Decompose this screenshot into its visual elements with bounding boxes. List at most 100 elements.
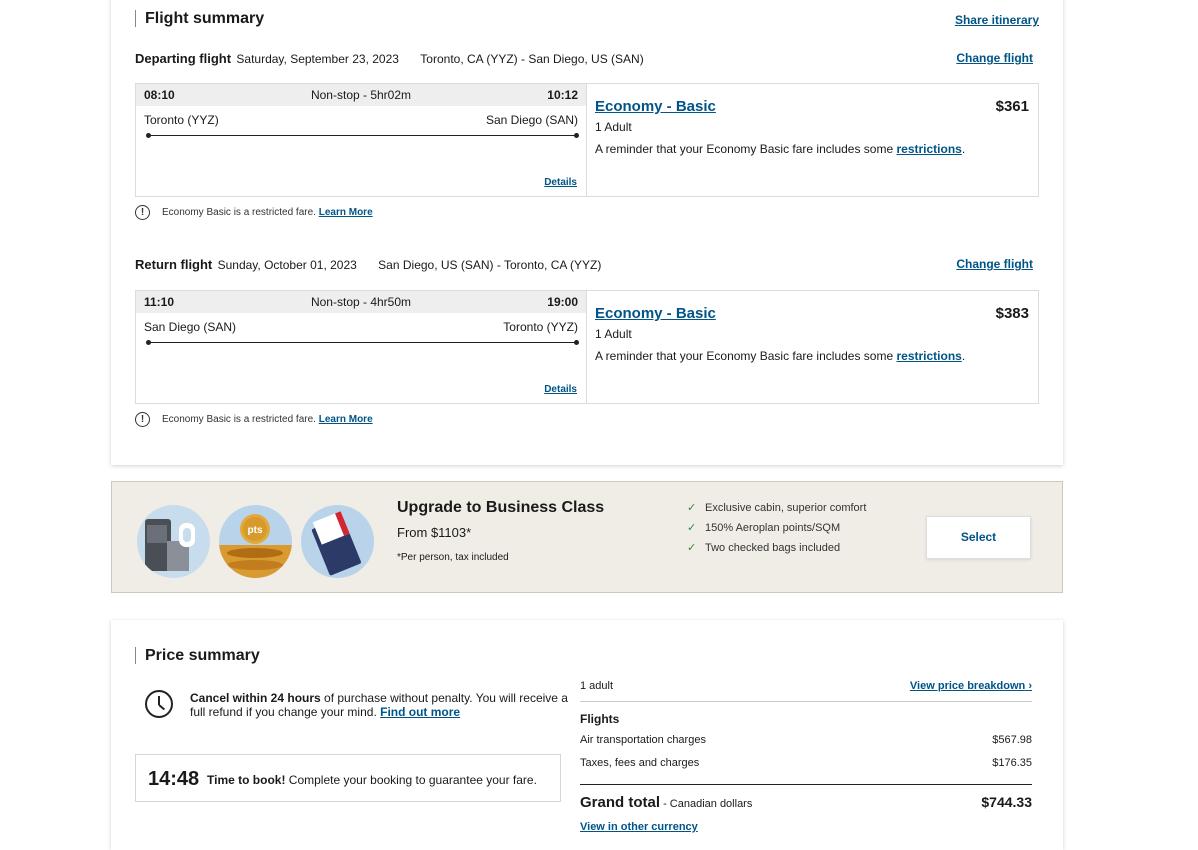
price-summary-card: Price summary Cancel within 24 hours of … [111, 620, 1063, 850]
currency-label: - Canadian dollars [660, 798, 753, 810]
points-coin-icon: pts [219, 505, 292, 578]
perk-text: 150% Aeroplan points/SQM [705, 522, 841, 534]
grand-total-row: Grand total - Canadian dollars $744.33 [580, 785, 1032, 815]
return-price: $383 [995, 305, 1029, 322]
reminder-period: . [961, 349, 966, 363]
return-reminder: A reminder that your Economy Basic fare … [595, 349, 1029, 363]
arrival-time: 10:12 [547, 88, 578, 102]
price-breakdown: 1 adult View price breakdown › Flights A… [580, 676, 1032, 833]
price-summary-title: Price summary [135, 647, 260, 664]
return-airports: San Diego (SAN) Toronto (YYZ) [136, 313, 586, 337]
grand-total-value: $744.33 [981, 794, 1032, 810]
route-line [146, 133, 579, 138]
breakdown-label: View price breakdown [909, 680, 1026, 692]
chevron-right-icon: › [1028, 680, 1032, 692]
departing-fare-panel: Economy - Basic $361 1 Adult A reminder … [587, 84, 1038, 196]
restriction-text: Economy Basic is a restricted fare. [162, 207, 316, 218]
perk-text: Exclusive cabin, superior comfort [705, 502, 867, 514]
return-fare-panel: Economy - Basic $383 1 Adult A reminder … [587, 291, 1038, 403]
departing-route: Toronto, CA (YYZ) - San Diego, US (SAN) [420, 52, 644, 66]
restriction-text: Economy Basic is a restricted fare. [162, 414, 316, 425]
departing-segment: 08:10 Non-stop - 5hr02m 10:12 Toronto (Y… [135, 83, 1039, 197]
view-price-breakdown-link[interactable]: View price breakdown › [910, 680, 1032, 692]
warning-icon: ! [135, 412, 150, 427]
check-icon: ✓ [687, 542, 697, 554]
flight-duration: Non-stop - 4hr50m [310, 295, 412, 309]
reminder-period: . [961, 142, 966, 156]
timer-message: Time to book! Complete your booking to g… [207, 773, 537, 787]
find-out-more-link[interactable]: Find out more [380, 705, 460, 719]
grand-total-label-wrap: Grand total - Canadian dollars [580, 794, 752, 811]
destination-airport: Toronto (YYZ) [503, 320, 578, 334]
return-time-bar: 11:10 Non-stop - 4hr50m 19:00 [136, 291, 586, 313]
flights-label: Flights [580, 712, 620, 726]
air-charges-row: Air transportation charges $567.98 [580, 730, 1032, 753]
reminder-text: A reminder that your Economy Basic fare … [595, 349, 897, 363]
perk-item: ✓ Two checked bags included [687, 542, 867, 555]
grand-total-label: Grand total [580, 794, 661, 811]
arrival-time: 19:00 [547, 295, 578, 309]
return-itinerary: 11:10 Non-stop - 4hr50m 19:00 San Diego … [136, 291, 587, 403]
check-icon: ✓ [687, 502, 697, 514]
departing-restrictions-link[interactable]: restrictions [896, 142, 961, 156]
view-other-currency-link[interactable]: View in other currency [580, 821, 1032, 833]
upgrade-banner: pts Upgrade to Business Class From $1103… [111, 481, 1063, 593]
timer-text: Complete your booking to guarantee your … [285, 773, 537, 787]
origin-airport: San Diego (SAN) [144, 320, 237, 334]
taxes-label: Taxes, fees and charges [580, 757, 700, 769]
perk-item: ✓ 150% Aeroplan points/SQM [687, 522, 867, 535]
air-charges-value: $567.98 [992, 734, 1032, 746]
timer-bold: Time to book! [207, 773, 286, 787]
upgrade-title: Upgrade to Business Class [397, 499, 605, 516]
return-flight-header: Return flight Sunday, October 01, 2023 S… [135, 257, 1033, 275]
air-charges-label: Air transportation charges [580, 734, 706, 746]
perk-item: ✓ Exclusive cabin, superior comfort [687, 502, 867, 515]
flight-summary-title: Flight summary [135, 10, 264, 27]
departing-pax: 1 Adult [595, 120, 632, 134]
departing-flight-label: Departing flight [135, 51, 232, 66]
cancel-bold: Cancel within 24 hours [190, 691, 321, 705]
return-pax: 1 Adult [595, 327, 632, 341]
return-details-link[interactable]: Details [544, 384, 577, 395]
select-upgrade-button[interactable]: Select [926, 516, 1031, 559]
business-seat-icon [137, 505, 210, 578]
return-fare-link[interactable]: Economy - Basic [595, 305, 716, 322]
warning-icon: ! [135, 205, 150, 220]
return-segment: 11:10 Non-stop - 4hr50m 19:00 San Diego … [135, 290, 1039, 404]
upgrade-note: *Per person, tax included [397, 552, 509, 563]
cancel-policy-text: Cancel within 24 hours of purchase witho… [190, 691, 570, 719]
departing-date: Saturday, September 23, 2023 [236, 52, 399, 66]
points-coin-label: pts [248, 525, 263, 536]
taxes-value: $176.35 [992, 757, 1032, 769]
departing-airports: Toronto (YYZ) San Diego (SAN) [136, 106, 586, 130]
route-line [146, 340, 579, 345]
destination-airport: San Diego (SAN) [485, 113, 578, 127]
departing-details-link[interactable]: Details [544, 177, 577, 188]
reminder-text: A reminder that your Economy Basic fare … [595, 142, 897, 156]
perk-text: Two checked bags included [705, 542, 841, 554]
flight-summary-card: Flight summary Share itinerary Departing… [111, 0, 1063, 465]
departing-learn-more-link[interactable]: Learn More [319, 207, 373, 218]
taxes-row: Taxes, fees and charges $176.35 [580, 753, 1032, 776]
departing-fare-link[interactable]: Economy - Basic [595, 98, 716, 115]
share-itinerary-link[interactable]: Share itinerary [955, 13, 1039, 27]
check-icon: ✓ [687, 522, 697, 534]
pax-count: 1 adult [580, 680, 614, 692]
timer-value: 14:48 [148, 768, 200, 790]
departing-reminder: A reminder that your Economy Basic fare … [595, 142, 1029, 156]
upgrade-from-price: From $1103* [397, 525, 472, 540]
departing-time-bar: 08:10 Non-stop - 5hr02m 10:12 [136, 84, 586, 106]
change-return-flight-link[interactable]: Change flight [956, 257, 1033, 271]
return-flight-label: Return flight [135, 257, 213, 272]
origin-airport: Toronto (YYZ) [144, 113, 219, 127]
return-learn-more-link[interactable]: Learn More [319, 414, 373, 425]
return-restrictions-link[interactable]: restrictions [896, 349, 961, 363]
restriction-text-wrap: Economy Basic is a restricted fare. Lear… [162, 414, 373, 425]
return-route: San Diego, US (SAN) - Toronto, CA (YYZ) [378, 258, 602, 272]
change-departing-flight-link[interactable]: Change flight [956, 51, 1033, 65]
restriction-text-wrap: Economy Basic is a restricted fare. Lear… [162, 207, 373, 218]
upgrade-perks: ✓ Exclusive cabin, superior comfort ✓ 150%… [687, 502, 867, 562]
clock-icon [145, 690, 173, 718]
return-date: Sunday, October 01, 2023 [217, 258, 357, 272]
booking-timer: 14:48 Time to book! Complete your bookin… [135, 754, 561, 802]
